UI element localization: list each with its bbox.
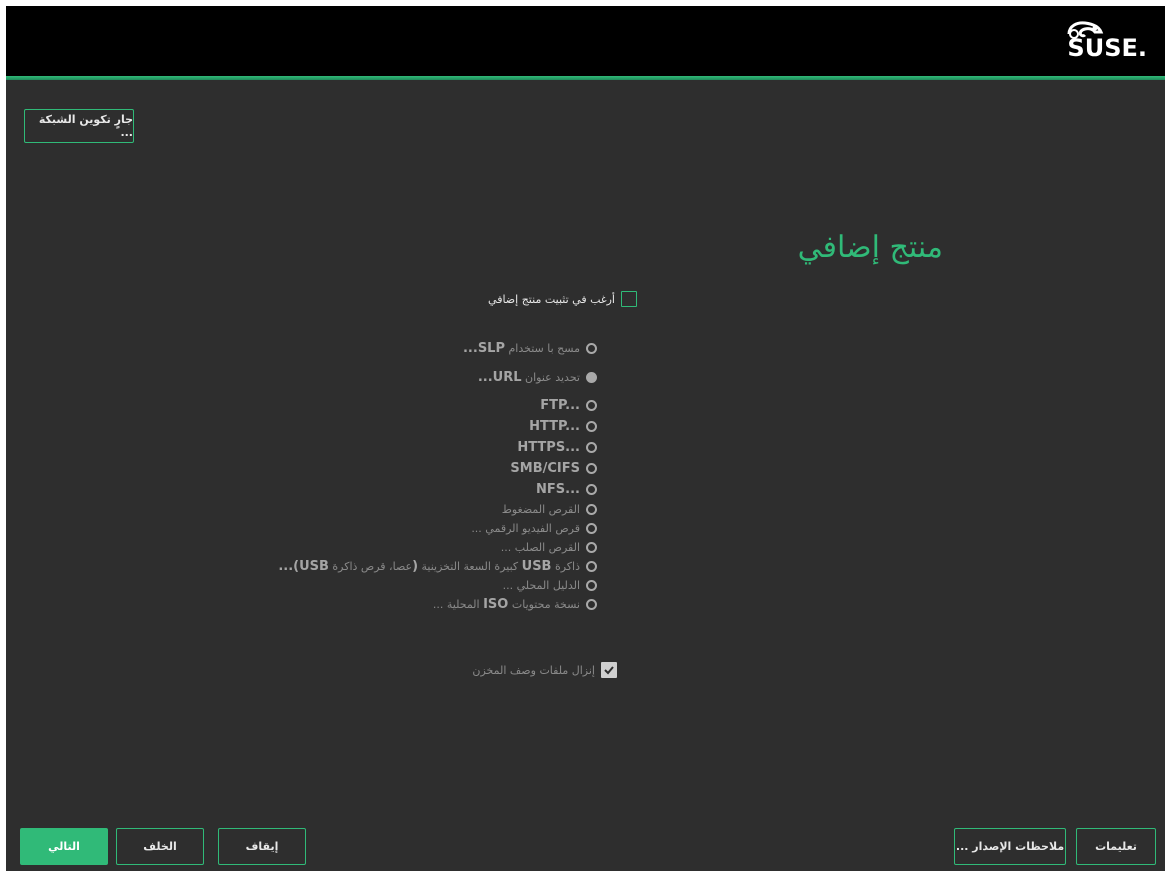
radio-dvd[interactable]: قرص الفيديو الرقمي ...: [471, 522, 597, 535]
specify-url-label: تحديد عنوان: [521, 371, 580, 384]
radio-button[interactable]: [586, 463, 597, 474]
hdd-label: القرص الصلب ...: [500, 541, 580, 554]
radio-usb[interactable]: ذاكرة USB كبيرة السعة التخزينية (عصا، قر…: [278, 559, 597, 574]
radio-local-dir[interactable]: الدليل المحلي ...: [503, 579, 597, 592]
release-notes-button[interactable]: ملاحظات الإصدار ...: [954, 828, 1066, 865]
radio-hdd[interactable]: القرص الصلب ...: [501, 541, 597, 554]
dvd-label: قرص الفيديو الرقمي ...: [471, 522, 580, 535]
radio-button[interactable]: [586, 400, 597, 411]
iso-label-bold: ISO: [483, 597, 509, 612]
radio-scan-slp[interactable]: مسح با ستخدام SLP...: [463, 341, 597, 356]
help-button[interactable]: تعليمات: [1076, 828, 1156, 865]
usb-label-bold: USB)...: [278, 559, 329, 574]
radio-smb[interactable]: SMB/CIFS: [510, 461, 597, 476]
checkmark-icon: [604, 666, 614, 675]
installer-window: SUSE. جارٍ تكوين الشبكة ... منتج إضافي أ…: [6, 6, 1165, 871]
scan-slp-bold: SLP...: [462, 341, 505, 356]
specify-url-bold: URL...: [477, 370, 522, 385]
network-config-button[interactable]: جارٍ تكوين الشبكة ...: [24, 109, 134, 143]
page-title: منتج إضافي: [797, 230, 943, 265]
abort-button[interactable]: إيقاف: [218, 828, 306, 865]
download-repo-label: إنزال ملفات وصف المخزن: [472, 663, 595, 677]
iso-label-part: المحلية ...: [432, 598, 484, 611]
ftp-label: FTP...: [540, 398, 580, 413]
radio-iso[interactable]: نسخة محتويات ISO المحلية ...: [433, 597, 597, 612]
iso-label-part: نسخة محتويات: [508, 598, 580, 611]
header-accent-line: [6, 76, 1165, 80]
radio-button[interactable]: [586, 504, 597, 515]
radio-button[interactable]: [586, 542, 597, 553]
usb-label-part: ذاكرة: [551, 560, 580, 573]
http-label: HTTP...: [529, 419, 580, 434]
cd-label: القرص المضغوط: [501, 503, 580, 516]
radio-cd[interactable]: القرص المضغوط: [502, 503, 597, 516]
radio-ftp[interactable]: FTP...: [540, 398, 597, 413]
install-addon-option[interactable]: أرغب في تثبيت منتج إضافي: [488, 291, 637, 307]
logo-text: SUSE.: [1067, 34, 1147, 62]
radio-button[interactable]: [586, 599, 597, 610]
radio-button-selected[interactable]: [586, 372, 597, 383]
nfs-label: NFS...: [536, 482, 580, 497]
scan-slp-label: مسح با ستخدام: [505, 342, 580, 355]
usb-label-part: كبيرة السعة التخزينية: [418, 560, 522, 573]
radio-button[interactable]: [586, 442, 597, 453]
radio-button[interactable]: [586, 484, 597, 495]
usb-label-bold: USB: [521, 559, 552, 574]
back-button[interactable]: الخلف: [116, 828, 204, 865]
local-dir-label: الدليل المحلي ...: [502, 579, 580, 592]
smb-label: SMB/CIFS: [510, 461, 580, 476]
install-addon-checkbox[interactable]: [621, 291, 637, 307]
radio-https[interactable]: HTTPS...: [517, 440, 597, 455]
suse-logo: SUSE.: [1059, 20, 1147, 64]
header-bar: SUSE.: [6, 6, 1165, 76]
radio-specify-url[interactable]: تحديد عنوان URL...: [478, 370, 597, 385]
radio-button[interactable]: [586, 343, 597, 354]
usb-label-part: عصا، قرص ذاكرة: [328, 560, 413, 573]
https-label: HTTPS...: [517, 440, 580, 455]
radio-nfs[interactable]: NFS...: [536, 482, 597, 497]
radio-http[interactable]: HTTP...: [529, 419, 597, 434]
install-addon-label: أرغب في تثبيت منتج إضافي: [488, 292, 615, 306]
radio-button[interactable]: [586, 523, 597, 534]
download-repo-option[interactable]: إنزال ملفات وصف المخزن: [472, 662, 617, 678]
radio-button[interactable]: [586, 561, 597, 572]
radio-button[interactable]: [586, 421, 597, 432]
radio-button[interactable]: [586, 580, 597, 591]
download-repo-checkbox[interactable]: [601, 662, 617, 678]
next-button[interactable]: التالي: [20, 828, 108, 865]
